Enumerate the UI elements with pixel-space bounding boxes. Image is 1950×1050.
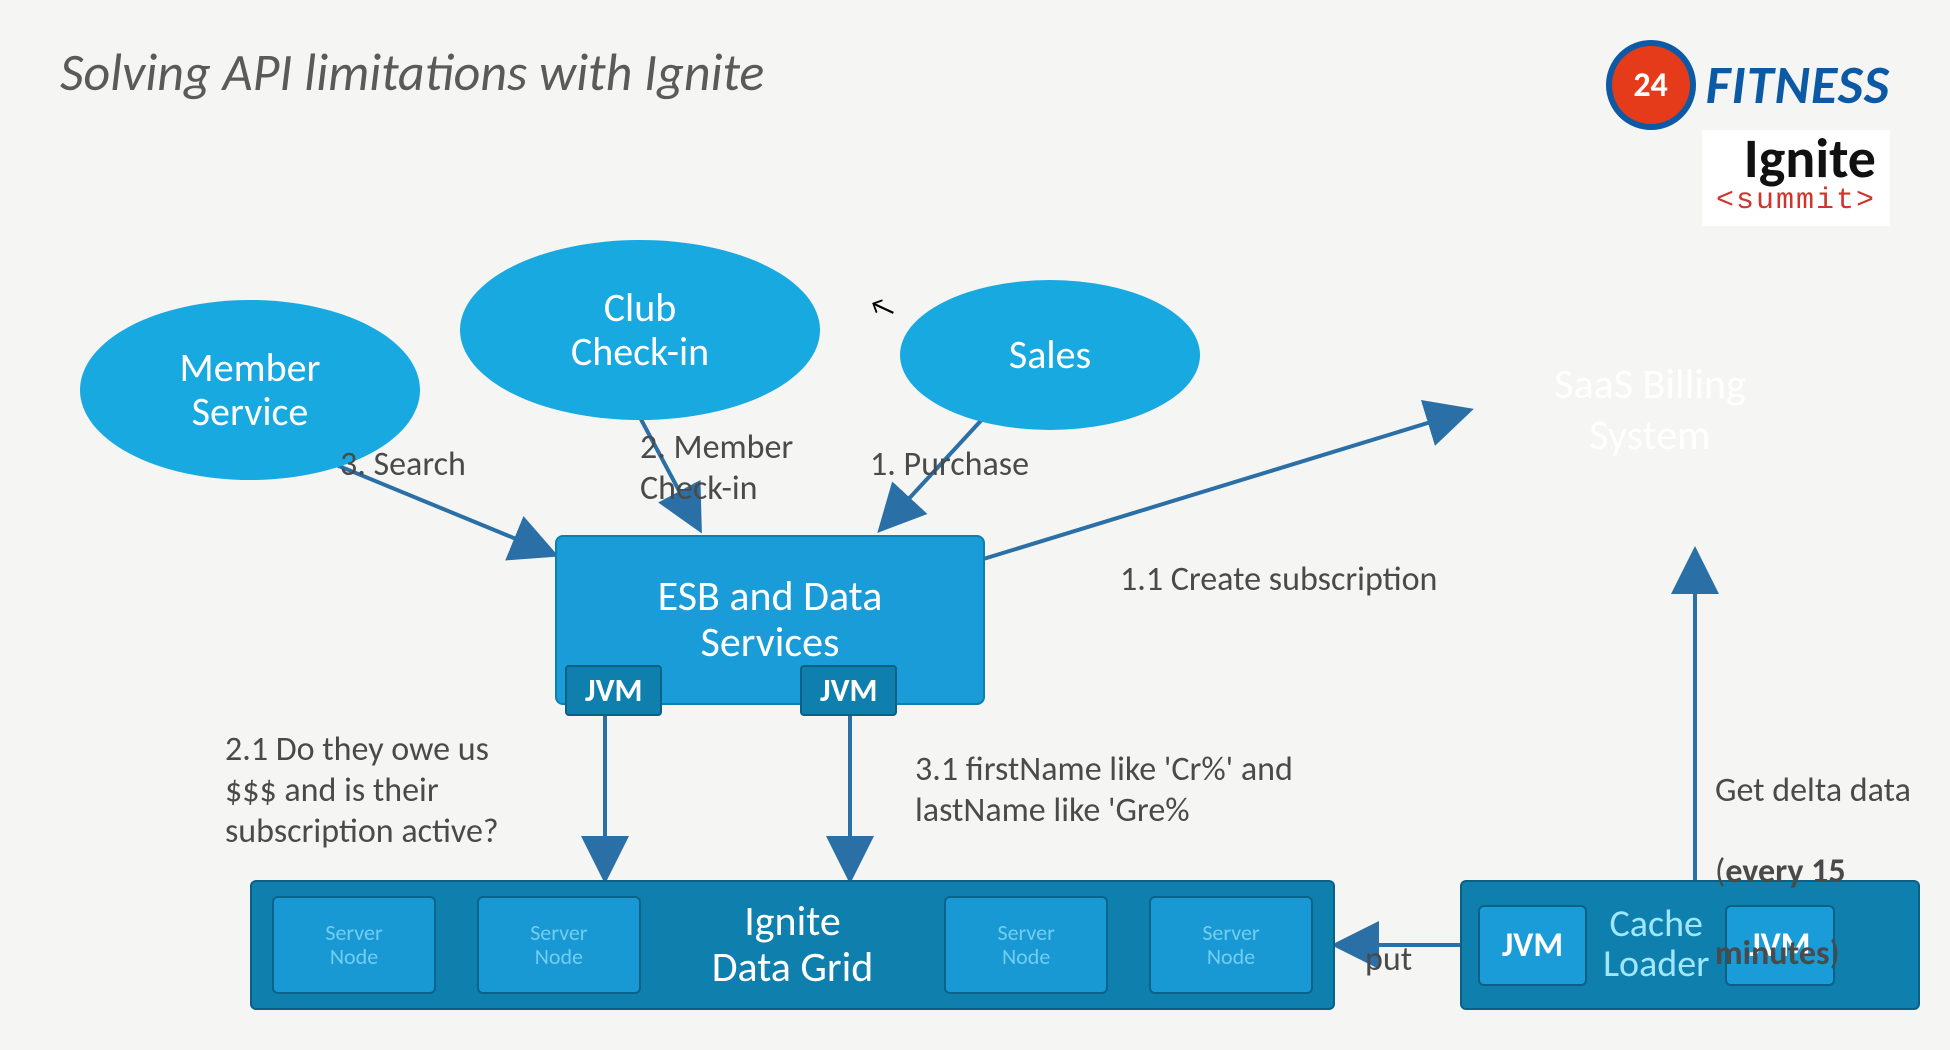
server-node-label: Server Node xyxy=(530,921,587,969)
server-node: Server Node xyxy=(477,896,641,994)
esb-jvm-right: JVM xyxy=(800,665,897,716)
cache-loader-label: Cache Loader xyxy=(1603,905,1709,985)
label-delta-line1: Get delta data xyxy=(1715,770,1911,811)
label-delta: Get delta data (every 15 minutes) xyxy=(1715,730,1911,975)
server-node: Server Node xyxy=(1149,896,1313,994)
ignite-summit-text: <summit> xyxy=(1716,184,1876,218)
node-club-checkin: Club Check-in xyxy=(460,240,820,420)
cursor-icon: ↖ xyxy=(865,287,900,328)
logo-ignite-summit: Ignite <summit> xyxy=(1702,130,1890,226)
label-delta-line3: minutes xyxy=(1715,933,1830,974)
cache-loader-jvm-left: JVM xyxy=(1478,905,1587,986)
node-data-grid: Server Node Server Node Ignite Data Grid… xyxy=(250,880,1335,1010)
node-member-service-label: Member Service xyxy=(180,346,321,434)
label-put: put xyxy=(1365,940,1412,981)
fitness-text: FITNESS xyxy=(1706,52,1890,118)
node-esb-label: ESB and Data Services xyxy=(658,574,883,666)
server-node: Server Node xyxy=(944,896,1108,994)
ignite-text: Ignite xyxy=(1716,134,1876,184)
server-node: Server Node xyxy=(272,896,436,994)
label-like-query: 3.1 firstName like 'Cr%' and lastName li… xyxy=(915,750,1293,832)
esb-jvm-left: JVM xyxy=(565,665,662,716)
node-club-checkin-label: Club Check-in xyxy=(571,286,709,374)
server-node-label: Server Node xyxy=(1202,921,1259,969)
fitness-badge-icon: 24 xyxy=(1606,40,1696,130)
label-search: 3. Search xyxy=(340,445,466,486)
node-saas-cloud-label: SaaS Billing System xyxy=(1554,359,1746,461)
label-create-subscription: 1.1 Create subscription xyxy=(1120,560,1437,601)
diagram-canvas: Solving API limitations with Ignite 24 F… xyxy=(0,0,1950,1050)
label-owe: 2.1 Do they owe us $$$ and is their subs… xyxy=(225,730,499,852)
logo-24hour-fitness: 24 FITNESS xyxy=(1606,40,1890,130)
label-purchase: 1. Purchase xyxy=(870,445,1029,486)
label-delta-line2: (every 15 xyxy=(1715,851,1846,892)
node-sales-label: Sales xyxy=(1009,333,1091,377)
server-node-label: Server Node xyxy=(325,921,382,969)
node-saas-cloud: SaaS Billing System xyxy=(1400,280,1900,540)
label-member-checkin: 2. Member Check-in xyxy=(640,428,793,510)
node-sales: Sales xyxy=(900,280,1200,430)
data-grid-label: Ignite Data Grid xyxy=(682,899,904,991)
slide-title: Solving API limitations with Ignite xyxy=(60,40,764,104)
server-node-label: Server Node xyxy=(997,921,1054,969)
label-delta-paren: ) xyxy=(1830,933,1840,974)
